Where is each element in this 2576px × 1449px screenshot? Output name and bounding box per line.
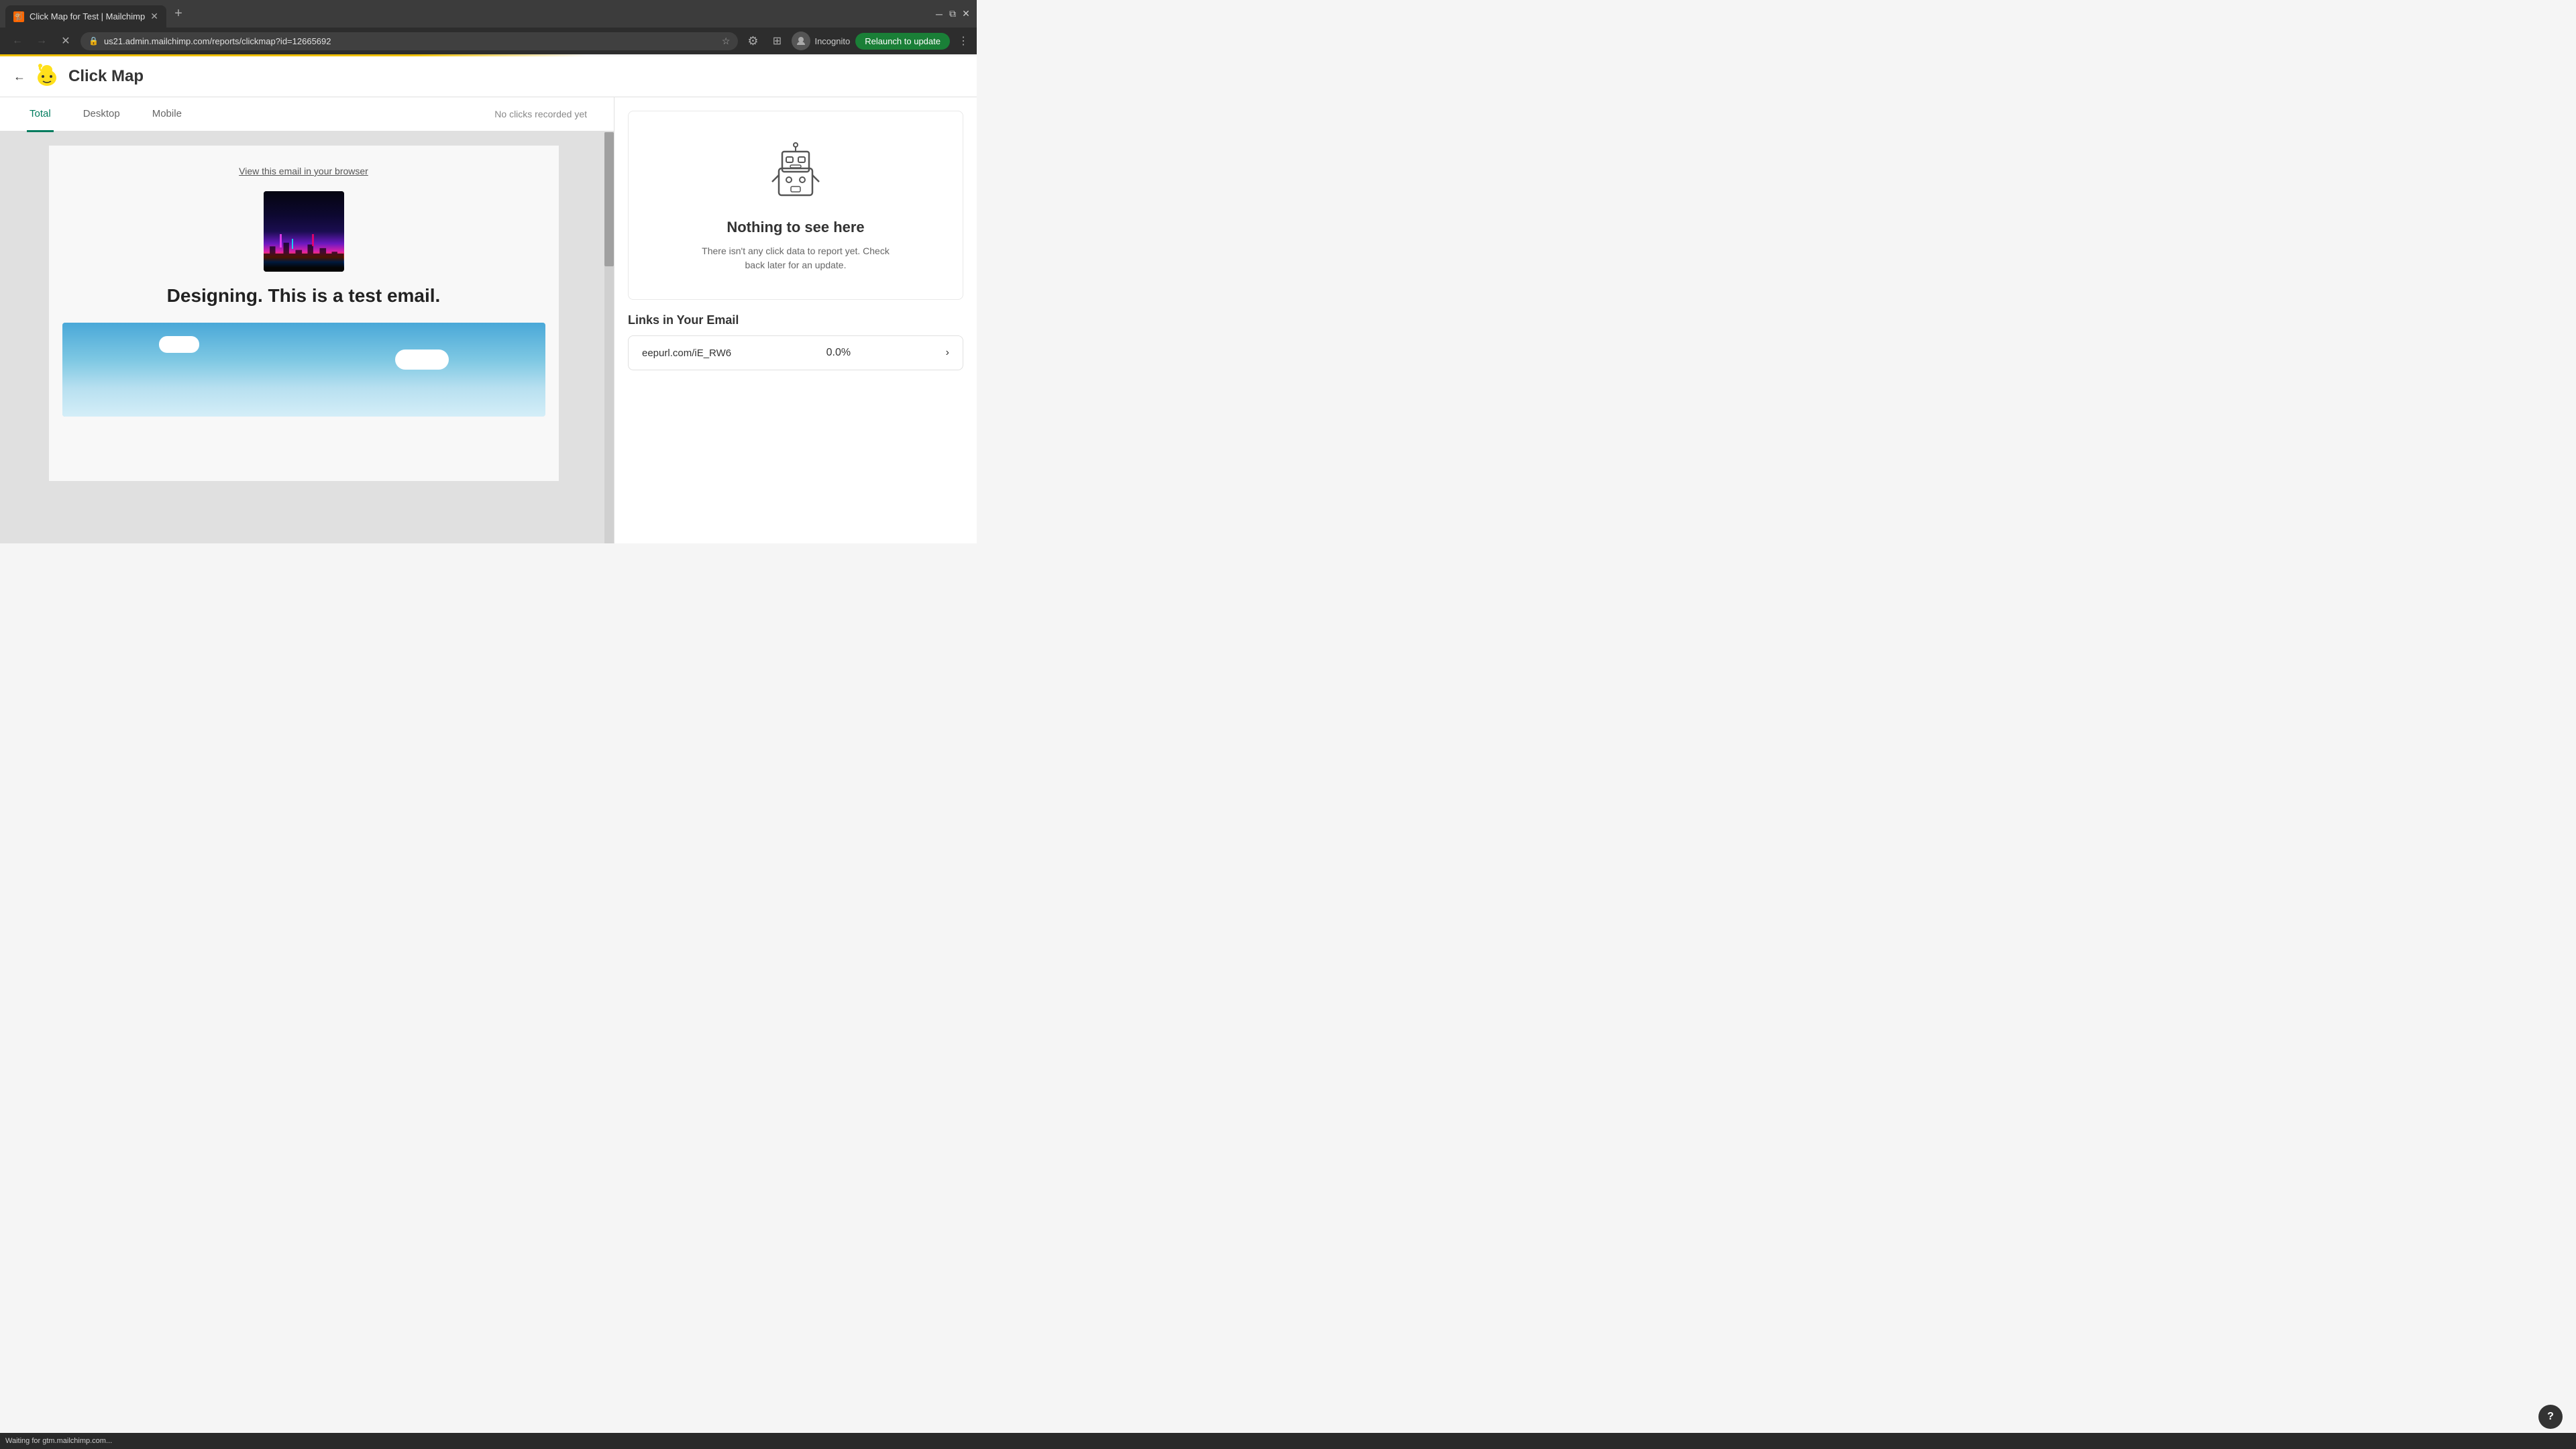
email-preview: View this email in your browser [49, 146, 559, 481]
relaunch-button[interactable]: Relaunch to update [855, 33, 950, 50]
email-heading: Designing. This is a test email. [62, 285, 545, 307]
status-bar: Waiting for gtm.mailchimp.com... [0, 1433, 2576, 1449]
status-text: Waiting for gtm.mailchimp.com... [5, 1437, 112, 1445]
right-panel: Nothing to see here There isn't any clic… [614, 97, 977, 543]
address-bar[interactable]: 🔒 us21.admin.mailchimp.com/reports/click… [80, 32, 738, 50]
address-text: us21.admin.mailchimp.com/reports/clickma… [104, 36, 716, 46]
maximize-icon[interactable]: ⧉ [947, 9, 958, 19]
help-button[interactable]: ? [2538, 1405, 2563, 1429]
mailchimp-logo [34, 63, 60, 90]
tabs-bar: Total Desktop Mobile No clicks recorded … [0, 97, 614, 132]
no-clicks-text: No clicks recorded yet [494, 109, 587, 119]
app-content: ← Click Map Total Desktop [0, 56, 977, 543]
back-button[interactable]: ← [13, 70, 25, 84]
reload-icon[interactable]: ✕ [56, 32, 75, 50]
tab-favicon: 🐒 [13, 11, 24, 22]
link-arrow-icon: › [946, 347, 949, 359]
empty-state-title: Nothing to see here [727, 219, 864, 236]
tab-desktop[interactable]: Desktop [80, 97, 123, 132]
link-percentage: 0.0% [826, 347, 851, 359]
app-header: ← Click Map [0, 56, 977, 97]
tab-title: Click Map for Test | Mailchimp [30, 11, 145, 21]
browser-link-anchor[interactable]: View this email in your browser [239, 166, 368, 176]
forward-nav-icon[interactable]: → [32, 32, 51, 50]
email-content-image [62, 323, 545, 417]
scrollbar-track[interactable] [604, 132, 614, 543]
email-hero-image [264, 191, 344, 272]
incognito-label: Incognito [814, 36, 850, 46]
tab-bar: 🐒 Click Map for Test | Mailchimp ✕ + ─ ⧉… [0, 0, 977, 28]
empty-state-description: There isn't any click data to report yet… [702, 244, 890, 272]
email-preview-container[interactable]: View this email in your browser [0, 132, 614, 543]
email-preview-scroll[interactable]: View this email in your browser [0, 132, 614, 543]
main-layout: Total Desktop Mobile No clicks recorded … [0, 97, 977, 543]
extensions-icon[interactable]: ⚙ [743, 32, 762, 50]
new-tab-button[interactable]: + [169, 7, 188, 26]
empty-state: Nothing to see here There isn't any clic… [628, 111, 963, 300]
tabs: Total Desktop Mobile [27, 97, 184, 131]
tab-grid-icon[interactable]: ⊞ [767, 32, 786, 50]
bookmark-icon[interactable]: ☆ [722, 36, 731, 47]
tab-mobile[interactable]: Mobile [150, 97, 184, 132]
links-section-title: Links in Your Email [628, 313, 963, 327]
browser-chrome: 🐒 Click Map for Test | Mailchimp ✕ + ─ ⧉… [0, 0, 977, 56]
links-section: Links in Your Email eepurl.com/iE_RW6 0.… [628, 313, 963, 370]
close-window-icon[interactable]: ✕ [961, 9, 971, 19]
tab-close-icon[interactable]: ✕ [150, 11, 158, 22]
active-tab[interactable]: 🐒 Click Map for Test | Mailchimp ✕ [5, 5, 166, 28]
incognito-profile[interactable]: Incognito [792, 32, 850, 50]
avatar [792, 32, 810, 50]
tab-total[interactable]: Total [27, 97, 54, 132]
browser-menu-icon[interactable]: ⋮ [958, 34, 969, 48]
browser-toolbar: ← → ✕ 🔒 us21.admin.mailchimp.com/reports… [0, 28, 977, 54]
email-browser-link: View this email in your browser [62, 166, 545, 178]
link-row[interactable]: eepurl.com/iE_RW6 0.0% › [628, 335, 963, 370]
scrollbar-thumb[interactable] [604, 132, 614, 266]
page-title: Click Map [68, 67, 144, 86]
help-icon: ? [2547, 1411, 2554, 1423]
empty-state-illustration [762, 138, 829, 205]
lock-icon: 🔒 [89, 36, 99, 46]
left-panel: Total Desktop Mobile No clicks recorded … [0, 97, 614, 543]
back-nav-icon[interactable]: ← [8, 32, 27, 50]
link-url: eepurl.com/iE_RW6 [642, 347, 731, 359]
minimize-icon[interactable]: ─ [934, 9, 945, 19]
